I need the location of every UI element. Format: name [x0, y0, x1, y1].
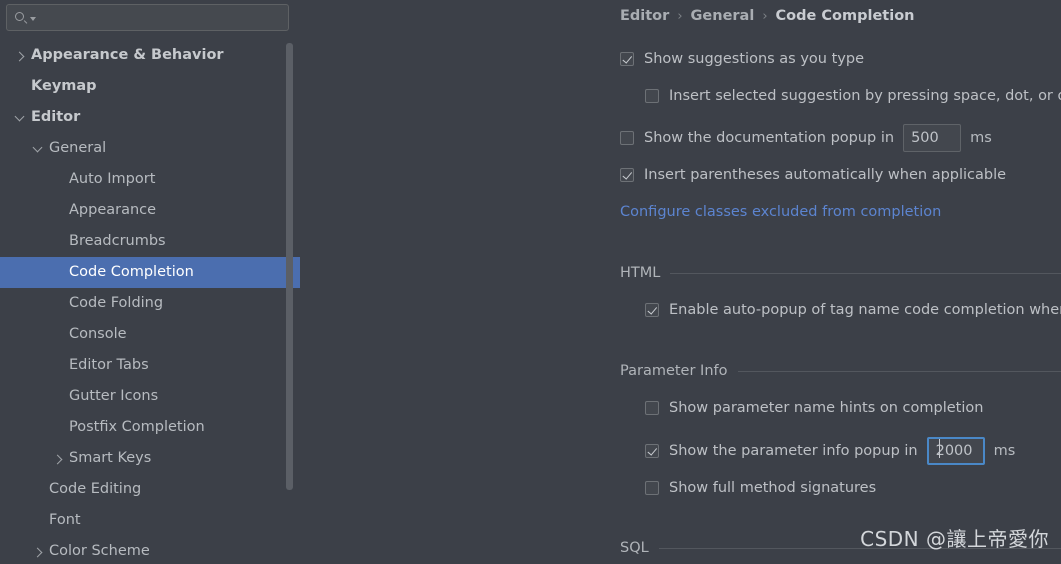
breadcrumb-item-editor[interactable]: Editor	[620, 8, 669, 24]
sidebar-item-editor[interactable]: Editor	[0, 102, 300, 133]
chevron-down-icon[interactable]	[32, 142, 43, 154]
sidebar-item-label: Editor	[31, 109, 81, 125]
checkbox-parameter-info-popup[interactable]	[645, 444, 659, 458]
configure-excluded-classes-link[interactable]: Configure classes excluded from completi…	[620, 204, 941, 220]
checkbox-insert-selected-suggestion[interactable]	[645, 89, 659, 103]
option-insert-selected-suggestion[interactable]: Insert selected suggestion by pressing s…	[645, 88, 1061, 104]
section-title: SQL	[620, 540, 649, 556]
sidebar-item-color-scheme[interactable]: Color Scheme	[0, 536, 300, 564]
option-documentation-popup[interactable]: Show the documentation popup in ms	[620, 124, 992, 152]
breadcrumb-item-code-completion: Code Completion	[775, 8, 915, 24]
sidebar-item-label: Font	[49, 512, 81, 528]
sidebar-item-appearance-behavior[interactable]: Appearance & Behavior	[0, 40, 300, 71]
documentation-popup-delay-unit: ms	[970, 130, 992, 146]
settings-content-panel: Editor › General › Code Completion Show …	[300, 0, 1061, 564]
option-insert-parentheses[interactable]: Insert parentheses automatically when ap…	[620, 167, 1006, 183]
checkbox-html-auto-popup[interactable]	[645, 303, 659, 317]
sidebar-item-code-folding[interactable]: Code Folding	[0, 288, 300, 319]
chevron-right-icon[interactable]	[52, 453, 63, 464]
option-label: Show full method signatures	[669, 480, 877, 496]
sidebar-item-editor-tabs[interactable]: Editor Tabs	[0, 350, 300, 381]
search-input[interactable]	[36, 9, 288, 26]
option-show-suggestions[interactable]: Show suggestions as you type	[620, 51, 864, 67]
sidebar-item-gutter-icons[interactable]: Gutter Icons	[0, 381, 300, 412]
checkbox-parameter-name-hints[interactable]	[645, 401, 659, 415]
sidebar-item-label: Appearance	[69, 202, 157, 218]
sidebar-item-label: Smart Keys	[69, 450, 152, 466]
chevron-right-icon[interactable]	[32, 546, 43, 557]
settings-dialog: Appearance & Behavior Keymap Editor General…	[0, 0, 1061, 564]
sidebar-item-keymap[interactable]: Keymap	[0, 71, 300, 102]
sidebar-item-smart-keys[interactable]: Smart Keys	[0, 443, 300, 474]
sidebar-scrollbar-thumb[interactable]	[286, 43, 293, 490]
sidebar-item-label: Postfix Completion	[69, 419, 205, 435]
option-label: Show the parameter info popup in	[669, 443, 918, 459]
option-label: Insert parentheses automatically when ap…	[644, 167, 1007, 183]
settings-search-box[interactable]	[6, 4, 289, 31]
sidebar-item-auto-import[interactable]: Auto Import	[0, 164, 300, 195]
sidebar-item-appearance[interactable]: Appearance	[0, 195, 300, 226]
sidebar-item-code-editing[interactable]: Code Editing	[0, 474, 300, 505]
parameter-info-popup-delay-input[interactable]	[926, 437, 985, 465]
section-header-parameter-info: Parameter Info	[620, 363, 1061, 379]
sidebar-item-label: Code Editing	[49, 481, 142, 497]
option-label: Show parameter name hints on completion	[669, 400, 984, 416]
watermark: CSDN @讓上帝愛你	[860, 527, 1049, 551]
sidebar-item-label: Code Folding	[69, 295, 164, 311]
sidebar-item-label: Auto Import	[69, 171, 156, 187]
sidebar-item-breadcrumbs[interactable]: Breadcrumbs	[0, 226, 300, 257]
section-title: Parameter Info	[620, 363, 728, 379]
breadcrumb: Editor › General › Code Completion	[620, 8, 914, 24]
checkbox-show-suggestions[interactable]	[620, 52, 634, 66]
option-label: Enable auto-popup of tag name code compl…	[669, 302, 1061, 318]
breadcrumb-separator-icon: ›	[762, 8, 768, 24]
sidebar-item-label: Color Scheme	[49, 543, 150, 559]
settings-sidebar: Appearance & Behavior Keymap Editor General…	[0, 0, 300, 564]
sidebar-item-label: Code Completion	[69, 264, 194, 280]
option-html-auto-popup[interactable]: Enable auto-popup of tag name code compl…	[645, 302, 1061, 318]
sidebar-item-label: Keymap	[31, 78, 97, 94]
option-parameter-info-popup[interactable]: Show the parameter info popup in ms	[645, 437, 1015, 465]
section-header-html: HTML	[620, 265, 1061, 281]
sidebar-item-label: Appearance & Behavior	[31, 47, 224, 63]
sidebar-item-label: General	[49, 140, 107, 156]
chevron-right-icon[interactable]	[14, 50, 25, 61]
sidebar-item-label: Breadcrumbs	[69, 233, 166, 249]
sidebar-item-general[interactable]: General	[0, 133, 300, 164]
sidebar-item-code-completion[interactable]: Code Completion	[0, 257, 300, 288]
sidebar-item-label: Console	[69, 326, 127, 342]
breadcrumb-item-general[interactable]: General	[691, 8, 755, 24]
sidebar-item-console[interactable]: Console	[0, 319, 300, 350]
breadcrumb-separator-icon: ›	[677, 8, 683, 24]
settings-tree: Appearance & Behavior Keymap Editor General…	[0, 40, 300, 564]
sidebar-item-postfix-completion[interactable]: Postfix Completion	[0, 412, 300, 443]
sidebar-item-label: Editor Tabs	[69, 357, 149, 373]
option-label: Insert selected suggestion by pressing s…	[669, 88, 1061, 104]
parameter-info-popup-delay-unit: ms	[993, 443, 1016, 459]
text-caret	[938, 439, 941, 458]
checkbox-insert-parentheses[interactable]	[620, 168, 634, 182]
checkbox-documentation-popup[interactable]	[620, 131, 634, 145]
search-icon	[15, 11, 29, 25]
section-title: HTML	[620, 265, 661, 281]
sidebar-item-label: Gutter Icons	[69, 388, 159, 404]
chevron-down-icon[interactable]	[14, 111, 25, 123]
sidebar-item-font[interactable]: Font	[0, 505, 300, 536]
documentation-popup-delay-input[interactable]	[903, 124, 962, 152]
section-rule	[737, 370, 1061, 372]
option-label: Show the documentation popup in	[644, 130, 895, 146]
option-full-method-signatures[interactable]: Show full method signatures	[645, 480, 876, 496]
section-rule	[670, 272, 1061, 274]
checkbox-full-method-signatures[interactable]	[645, 481, 659, 495]
option-label: Show suggestions as you type	[644, 51, 864, 67]
option-parameter-name-hints[interactable]: Show parameter name hints on completion	[645, 400, 983, 416]
